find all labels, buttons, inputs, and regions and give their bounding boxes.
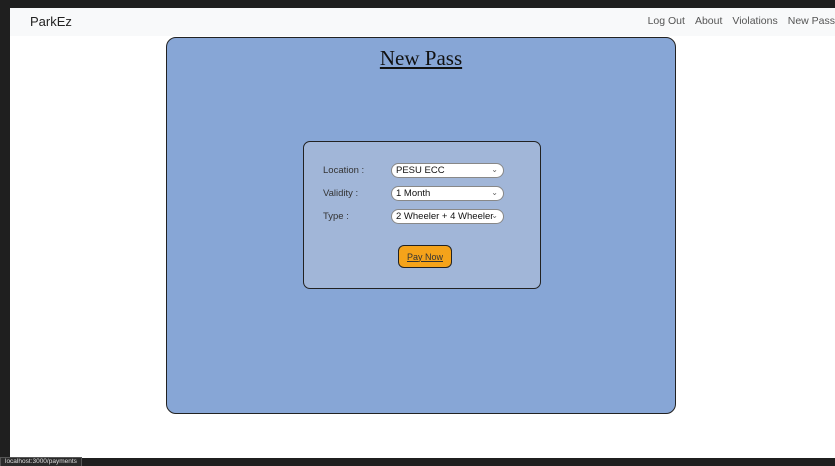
new-pass-panel: New Pass Location : PESU ECC ⌄ Validity … <box>166 37 676 414</box>
nav-logout[interactable]: Log Out <box>648 15 685 27</box>
validity-row: Validity : 1 Month ⌄ <box>323 185 504 201</box>
type-row: Type : 2 Wheeler + 4 Wheeler ⌄ <box>323 208 504 224</box>
location-select[interactable]: PESU ECC ⌄ <box>391 162 504 178</box>
chevron-down-icon: ⌄ <box>491 210 498 220</box>
chevron-down-icon: ⌄ <box>491 164 498 174</box>
location-select-value: PESU ECC <box>396 164 445 176</box>
location-row: Location : PESU ECC ⌄ <box>323 162 504 178</box>
validity-select[interactable]: 1 Month ⌄ <box>391 185 504 201</box>
pass-form-card: Location : PESU ECC ⌄ Validity : 1 Month… <box>303 141 541 289</box>
type-label: Type : <box>323 210 349 222</box>
validity-label: Validity : <box>323 187 359 199</box>
nav-links: Log Out About Violations New Pass <box>648 15 835 27</box>
page-title: New Pass <box>379 46 463 70</box>
navbar: ParkEz Log Out About Violations New Pass <box>10 8 835 36</box>
type-select[interactable]: 2 Wheeler + 4 Wheeler ⌄ <box>391 208 504 224</box>
nav-new-pass[interactable]: New Pass <box>788 15 835 27</box>
nav-about[interactable]: About <box>695 15 722 27</box>
brand-logo[interactable]: ParkEz <box>30 14 72 29</box>
nav-violations[interactable]: Violations <box>732 15 777 27</box>
pay-now-button[interactable]: Pay Now <box>398 245 452 268</box>
chevron-down-icon: ⌄ <box>491 187 498 197</box>
type-select-value: 2 Wheeler + 4 Wheeler <box>396 210 494 222</box>
browser-viewport: ParkEz Log Out About Violations New Pass… <box>10 8 835 458</box>
location-label: Location : <box>323 164 365 176</box>
validity-select-value: 1 Month <box>396 187 431 199</box>
